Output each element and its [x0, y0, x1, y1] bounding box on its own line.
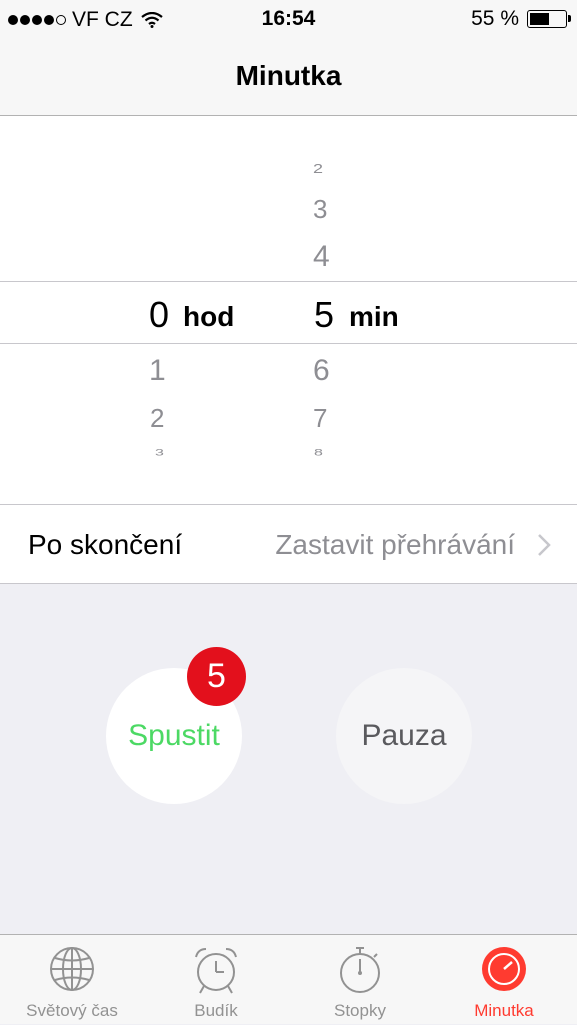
tab-label: Minutka: [474, 1001, 534, 1020]
hours-option[interactable]: 2: [150, 405, 164, 431]
minutes-option[interactable]: 2: [313, 163, 323, 176]
selection-line-bottom: [0, 343, 577, 344]
page-title: Minutka: [235, 60, 342, 91]
selection-line-top: [0, 281, 577, 282]
when-done-value: Zastavit přehrávání: [275, 529, 515, 560]
hours-unit: hod: [183, 301, 235, 332]
minutes-selected[interactable]: 5: [314, 297, 334, 333]
timer-icon: [482, 947, 526, 991]
tab-world-clock[interactable]: Světový čas: [0, 935, 144, 1025]
status-bar: VF CZ 16:54 55 %: [0, 0, 577, 38]
tab-bar: Světový čas Budík Stopky Minutka: [0, 934, 577, 1024]
tab-alarm[interactable]: Budík: [144, 935, 288, 1025]
minutes-option[interactable]: 6: [313, 356, 330, 386]
navigation-bar: Minutka: [0, 38, 577, 116]
minutes-unit: min: [349, 301, 399, 332]
notification-badge: 5: [187, 647, 246, 706]
status-bar-right: 55 %: [471, 7, 571, 31]
tab-timer[interactable]: Minutka: [432, 935, 576, 1025]
start-button-label: Spustit: [128, 719, 220, 752]
duration-picker[interactable]: 1 2 3 0 hod 2 3 4 5 min 6 7 8: [0, 116, 577, 504]
pause-button-label: Pauza: [361, 719, 447, 752]
stopwatch-icon: [340, 947, 380, 993]
minutes-option[interactable]: 3: [313, 196, 327, 222]
globe-icon: [50, 947, 94, 991]
minutes-option[interactable]: 7: [313, 405, 327, 431]
when-done-row[interactable]: Po skončení Zastavit přehrávání: [0, 504, 577, 584]
tab-label: Světový čas: [26, 1001, 118, 1020]
minutes-option[interactable]: 4: [313, 242, 330, 272]
battery-icon: [527, 10, 571, 28]
battery-percent: 55 %: [471, 7, 519, 30]
tab-label: Stopky: [334, 1001, 386, 1020]
minutes-option[interactable]: 8: [314, 448, 323, 458]
hours-option[interactable]: 3: [155, 448, 164, 458]
alarm-clock-icon: [195, 948, 237, 994]
pause-button[interactable]: Pauza: [336, 668, 472, 804]
chevron-right-icon: [538, 534, 551, 556]
hours-option[interactable]: 1: [149, 356, 166, 386]
tab-label: Budík: [194, 1001, 238, 1020]
tab-stopwatch[interactable]: Stopky: [288, 935, 432, 1025]
battery-level: [530, 13, 549, 25]
hours-selected[interactable]: 0: [149, 297, 169, 333]
when-done-label: Po skončení: [28, 529, 183, 560]
